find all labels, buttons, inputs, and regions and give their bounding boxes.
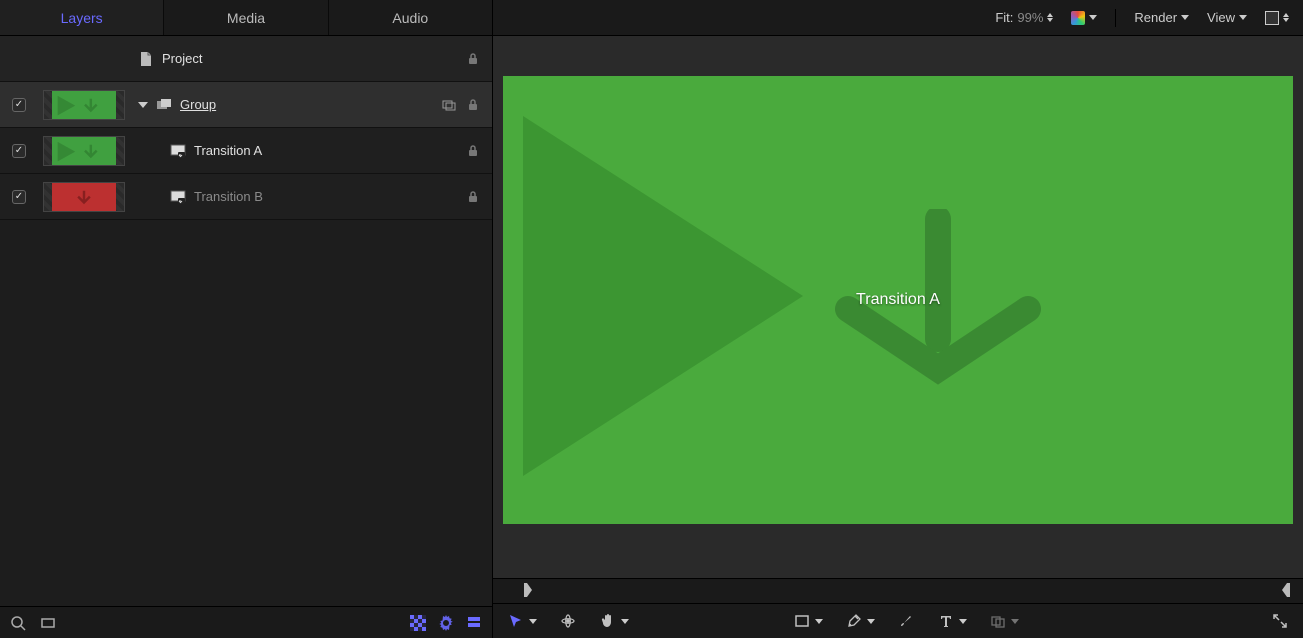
in-point-icon[interactable] [523,583,533,597]
chevron-down-icon[interactable] [867,619,875,624]
chevron-down-icon[interactable] [529,619,537,624]
layer-thumbnail [43,90,125,120]
image-placeholder-icon [170,189,186,205]
view-layout-menu[interactable] [1265,11,1289,25]
canvas-viewer[interactable]: Transition A [493,36,1303,578]
layers-panel: Layers Media Audio Project [0,0,493,638]
canvas-area: Fit: 99% Render View [493,0,1303,638]
item-label: Transition B [194,189,263,204]
layer-row-project[interactable]: Project [0,36,492,82]
play-triangle-icon [523,116,803,476]
view-layout-icon [1265,11,1279,25]
canvas-header: Fit: 99% Render View [493,0,1303,36]
canvas-toolbar [493,604,1303,638]
chevron-down-icon[interactable] [959,619,967,624]
separator [1115,9,1116,27]
mini-timeline[interactable] [493,578,1303,604]
visibility-checkbox[interactable]: ✓ [12,98,26,112]
chevron-down-icon [1181,15,1189,20]
disclosure-triangle-icon[interactable] [138,102,148,108]
link-icon[interactable] [442,98,456,112]
document-icon [138,51,154,67]
hand-tool-icon[interactable] [599,612,617,630]
canvas-content: Transition A [503,76,1293,524]
frame-icon[interactable] [40,615,56,631]
arrow-tool-icon[interactable] [507,612,525,630]
color-channel-menu[interactable] [1071,11,1097,25]
checker-icon[interactable] [410,615,426,631]
item-label: Transition A [194,143,262,158]
tab-media[interactable]: Media [164,0,328,35]
chevron-down-icon [1239,15,1247,20]
stepper-icon [1047,13,1053,22]
image-placeholder-icon [170,143,186,159]
render-menu[interactable]: Render [1134,10,1189,25]
fit-label: Fit: [995,10,1013,25]
tab-audio[interactable]: Audio [329,0,492,35]
arrow-down-icon [818,209,1058,409]
visibility-checkbox[interactable]: ✓ [12,144,26,158]
layers-stack-icon[interactable] [466,615,482,631]
chevron-down-icon [1089,15,1097,20]
fit-zoom-control[interactable]: Fit: 99% [995,10,1053,25]
lock-icon[interactable] [466,190,480,204]
mask-tool-icon[interactable] [989,612,1007,630]
chevron-down-icon[interactable] [1011,619,1019,624]
search-icon[interactable] [10,615,26,631]
group-label: Group [180,97,216,112]
tab-layers[interactable]: Layers [0,0,164,35]
layer-row-transition-b[interactable]: ✓ Transition B [0,174,492,220]
expand-icon[interactable] [1271,612,1289,630]
project-label: Project [162,51,202,66]
layer-list: Project ✓ [0,36,492,606]
fit-value: 99% [1017,10,1043,25]
lock-icon[interactable] [466,144,480,158]
visibility-checkbox[interactable]: ✓ [12,190,26,204]
text-tool-icon[interactable] [937,612,955,630]
layer-row-group[interactable]: ✓ Group [0,82,492,128]
chevron-down-icon[interactable] [621,619,629,624]
pen-tool-icon[interactable] [845,612,863,630]
layer-row-transition-a[interactable]: ✓ Transition A [0,128,492,174]
group-icon [156,97,172,113]
gear-icon[interactable] [438,615,454,631]
stepper-icon [1283,13,1289,22]
chevron-down-icon[interactable] [815,619,823,624]
layer-thumbnail [43,136,125,166]
orbit-3d-tool-icon[interactable] [559,612,577,630]
out-point-icon[interactable] [1281,583,1291,597]
lock-icon[interactable] [466,52,480,66]
lock-icon[interactable] [466,98,480,112]
sidebar-footer [0,606,492,638]
color-wheel-icon [1071,11,1085,25]
brush-tool-icon[interactable] [897,612,915,630]
sidebar-tabs: Layers Media Audio [0,0,492,36]
view-menu[interactable]: View [1207,10,1247,25]
rectangle-tool-icon[interactable] [793,612,811,630]
layer-thumbnail [43,182,125,212]
